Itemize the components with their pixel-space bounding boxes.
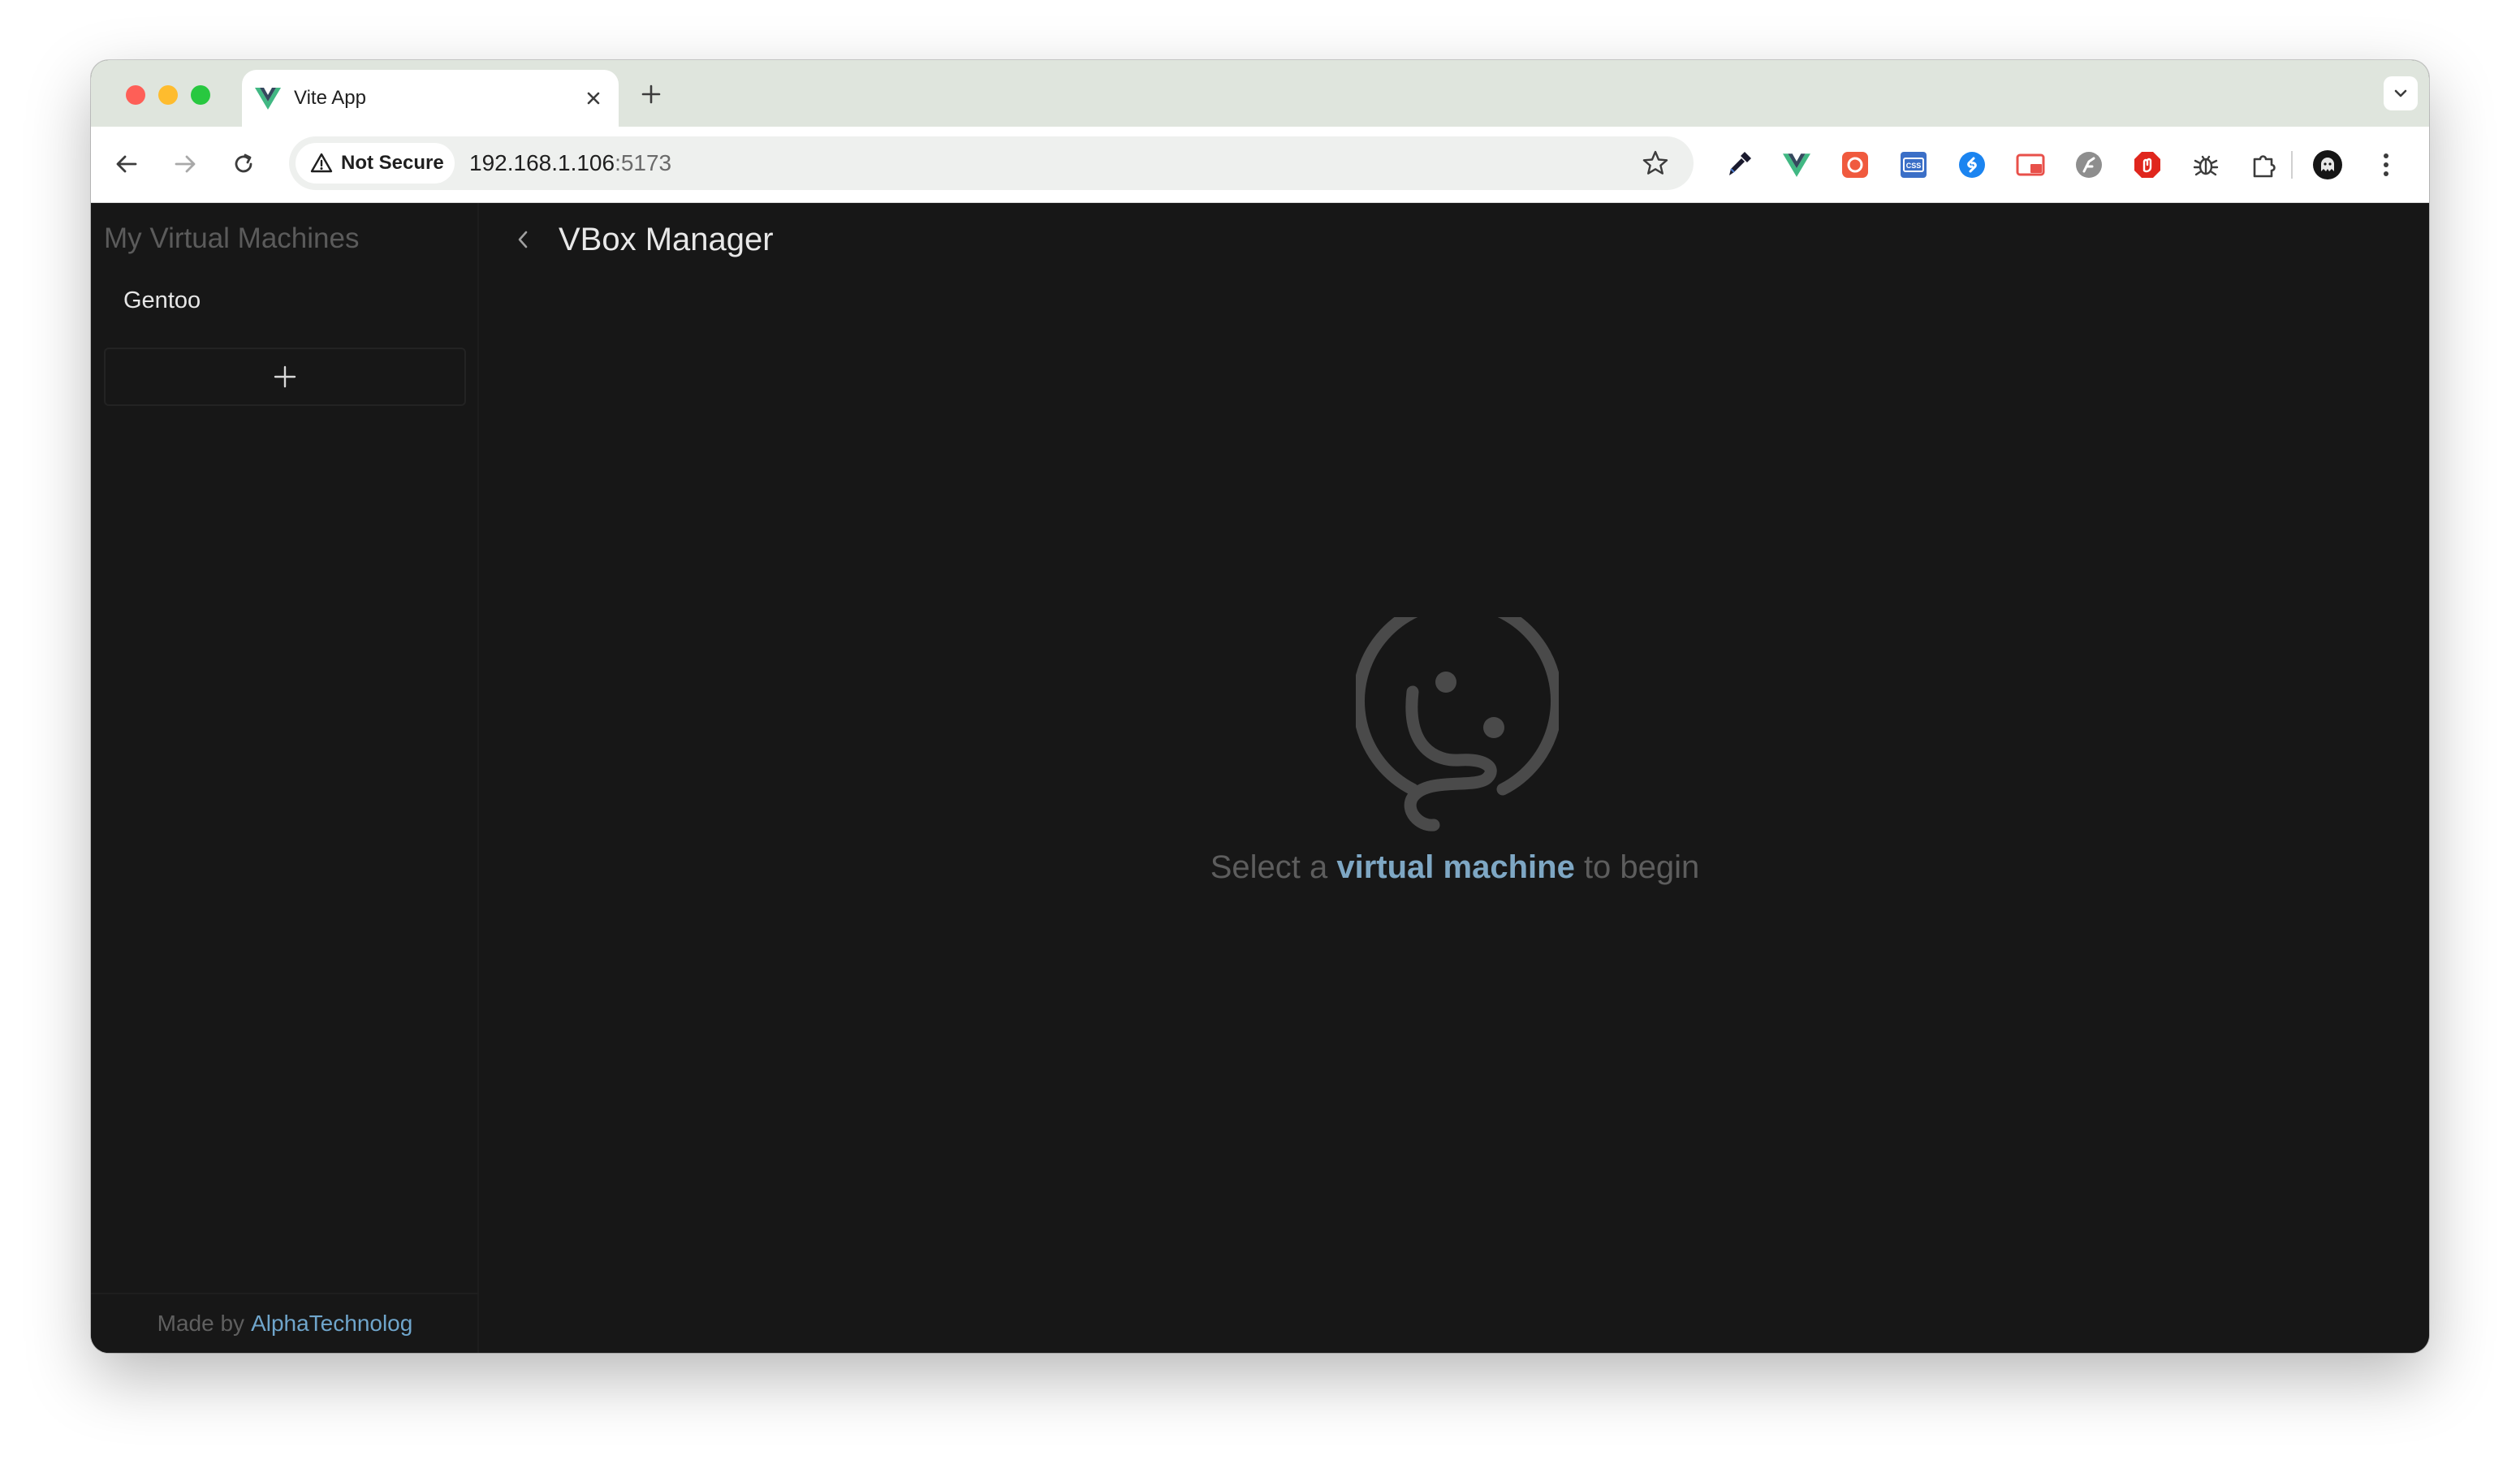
tab-strip: Vite App [91,60,2429,127]
sidebar-title: My Virtual Machines [104,222,360,254]
address-bar[interactable]: Not Secure 192.168.1.106:5173 [289,136,1694,190]
record-icon[interactable] [1840,149,1871,180]
site-security-chip[interactable]: Not Secure [296,143,455,184]
picture-in-picture-icon[interactable] [2015,149,2046,180]
bookmark-star-icon[interactable] [1642,149,1669,177]
vm-item-label: Gentoo [123,287,201,313]
browser-window: Vite App Not Secure 192.168.1.106:5173 C… [91,60,2429,1353]
adblock-icon[interactable] [2132,149,2163,180]
tab-title: Vite App [294,87,366,109]
back-arrow-icon[interactable] [109,146,145,182]
svg-text:CSS: CSS [1906,162,1922,170]
warning-triangle-icon [310,153,333,173]
vue-devtools-icon[interactable] [1781,149,1812,180]
main-panel: VBox Manager Select a virtual machine to… [481,203,2429,1353]
css-icon[interactable]: CSS [1898,149,1929,180]
url-port: :5173 [615,150,672,175]
close-tab-icon[interactable] [580,84,607,112]
minimize-window-button[interactable] [158,85,178,105]
sidebar: My Virtual Machines Gentoo Made by Alpha… [91,203,479,1353]
page-title: VBox Manager [559,222,774,257]
footer-prefix: Made by [157,1311,245,1336]
new-tab-icon[interactable] [636,80,666,109]
url-host: 192.168.1.106 [469,150,615,175]
profile-avatar-icon[interactable] [2312,149,2343,180]
collapse-sidebar-chevron-icon[interactable] [505,221,541,258]
extensions-puzzle-icon[interactable] [2249,149,2280,180]
empty-text-highlight: virtual machine [1336,849,1575,885]
sidebar-footer: Made by AlphaTechnolog [91,1293,479,1353]
browser-tab[interactable]: Vite App [242,70,619,127]
eyedropper-icon[interactable] [1723,149,1754,180]
fx-icon[interactable] [2073,149,2104,180]
browser-toolbar: Not Secure 192.168.1.106:5173 CSS [91,127,2429,203]
shazam-icon[interactable] [1957,149,1987,180]
sleepy-face-icon [1356,617,1559,832]
url-text: 192.168.1.106:5173 [469,150,671,176]
plus-icon [274,365,296,388]
author-link[interactable]: AlphaTechnolog [251,1311,412,1337]
browser-menu-kebab-icon[interactable] [2371,149,2401,180]
close-window-button[interactable] [126,85,145,105]
security-label: Not Secure [341,152,444,174]
toolbar-separator [2291,151,2293,179]
reload-icon[interactable] [226,146,261,182]
forward-arrow-icon[interactable] [167,146,203,182]
maximize-window-button[interactable] [191,85,210,105]
bug-icon[interactable] [2190,149,2221,180]
app-root: My Virtual Machines Gentoo Made by Alpha… [91,203,2429,1353]
tab-search-chevron-icon[interactable] [2384,76,2418,110]
empty-state-text: Select a virtual machine to begin [481,848,2429,887]
sidebar-item-gentoo[interactable]: Gentoo [104,274,466,326]
empty-text-before: Select a [1210,849,1328,885]
add-vm-button[interactable] [104,348,466,406]
vue-logo-icon [255,88,281,110]
empty-text-after: to begin [1583,849,1700,885]
